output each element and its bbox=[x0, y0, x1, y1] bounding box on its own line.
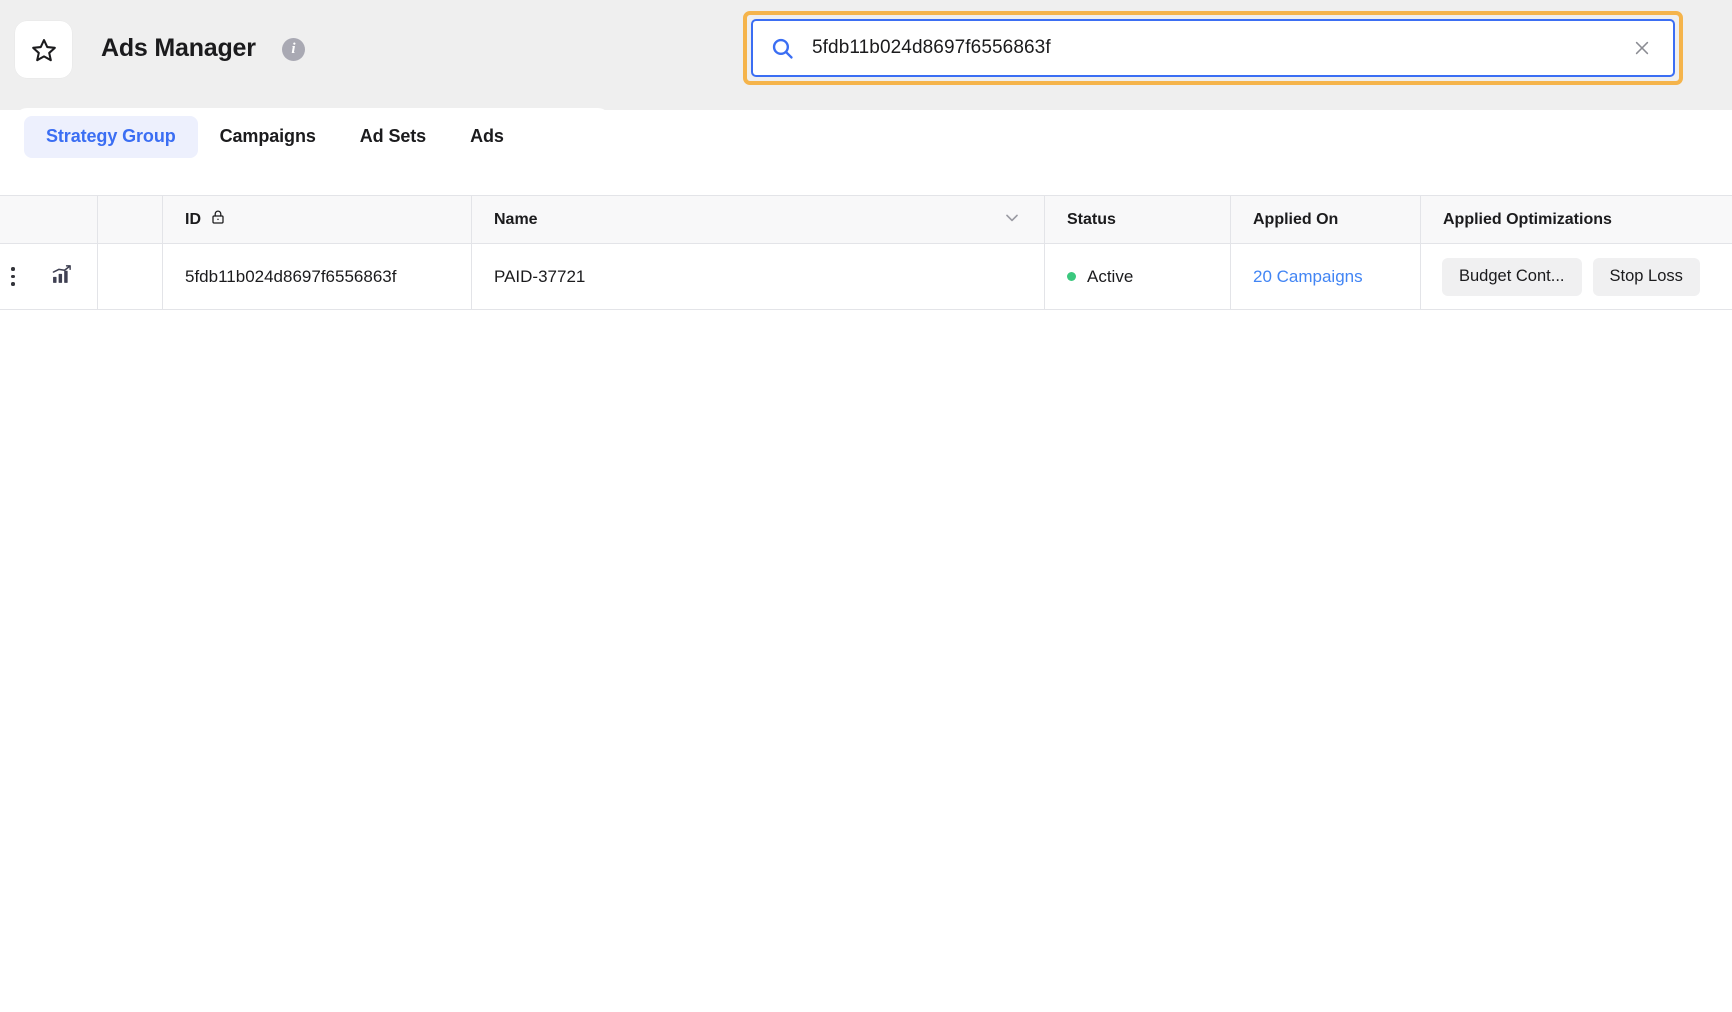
chevron-down-icon[interactable] bbox=[1002, 207, 1022, 232]
search-icon bbox=[770, 36, 795, 61]
tab-label: Campaigns bbox=[219, 126, 316, 146]
applied-on-link[interactable]: 20 Campaigns bbox=[1253, 267, 1363, 287]
column-header-label: Name bbox=[494, 210, 538, 228]
cell-status: Active bbox=[1045, 244, 1231, 309]
star-icon bbox=[31, 37, 57, 63]
ads-manager-app: Ads Manager i Strategy Group Campaigns bbox=[0, 0, 1732, 1012]
tab-campaigns[interactable]: Campaigns bbox=[198, 116, 338, 158]
column-header-actions bbox=[0, 196, 98, 243]
column-header-label: Applied On bbox=[1253, 210, 1339, 228]
column-header-applied-optimizations[interactable]: Applied Optimizations bbox=[1421, 196, 1732, 243]
cell-applied-on: 20 Campaigns bbox=[1231, 244, 1421, 309]
optimization-chip-stop-loss[interactable]: Stop Loss bbox=[1592, 257, 1700, 296]
search-input[interactable] bbox=[795, 37, 1629, 59]
column-header-label: Status bbox=[1067, 210, 1116, 228]
table-row[interactable]: 5fdb11b024d8697f6556863f PAID-37721 Acti… bbox=[0, 244, 1732, 310]
column-header-status[interactable]: Status bbox=[1045, 196, 1231, 243]
tab-ads[interactable]: Ads bbox=[448, 116, 526, 158]
search-bar[interactable] bbox=[751, 19, 1675, 77]
more-vertical-icon[interactable] bbox=[2, 267, 24, 286]
close-icon[interactable] bbox=[1629, 35, 1655, 61]
row-actions-cell bbox=[0, 244, 98, 309]
tab-bar: Strategy Group Campaigns Ad Sets Ads bbox=[15, 108, 610, 165]
page-title: Ads Manager bbox=[101, 34, 256, 62]
status-dot bbox=[1067, 272, 1076, 281]
lock-icon bbox=[210, 209, 226, 230]
empty-table-area bbox=[0, 312, 1732, 1012]
column-header-label: ID bbox=[185, 210, 201, 228]
row-select-cell[interactable] bbox=[98, 244, 163, 309]
column-header-id[interactable]: ID bbox=[163, 196, 472, 243]
column-header-select bbox=[98, 196, 163, 243]
strategy-group-table: ID Name Status Applied On Applied Optimi… bbox=[0, 195, 1732, 310]
tab-label: Ads bbox=[470, 126, 504, 146]
cell-applied-optimizations: Budget Cont... Stop Loss bbox=[1421, 244, 1732, 309]
status-badge: Active bbox=[1087, 266, 1134, 286]
tab-label: Strategy Group bbox=[46, 126, 176, 146]
tab-label: Ad Sets bbox=[359, 126, 427, 146]
column-header-name[interactable]: Name bbox=[472, 196, 1045, 243]
favorite-button[interactable] bbox=[15, 21, 72, 78]
tab-strategy-group[interactable]: Strategy Group bbox=[24, 115, 198, 158]
info-glyph: i bbox=[291, 40, 296, 57]
cell-id: 5fdb11b024d8697f6556863f bbox=[163, 244, 472, 309]
column-header-label: Applied Optimizations bbox=[1443, 210, 1612, 228]
info-icon[interactable]: i bbox=[282, 38, 305, 61]
column-header-applied-on[interactable]: Applied On bbox=[1231, 196, 1421, 243]
bar-chart-trend-icon[interactable] bbox=[50, 263, 73, 291]
cell-name: PAID-37721 bbox=[472, 244, 1045, 309]
optimization-chip-budget-control[interactable]: Budget Cont... bbox=[1442, 257, 1582, 296]
tab-ad-sets[interactable]: Ad Sets bbox=[338, 116, 448, 158]
table-header-row: ID Name Status Applied On Applied Optimi… bbox=[0, 195, 1732, 244]
